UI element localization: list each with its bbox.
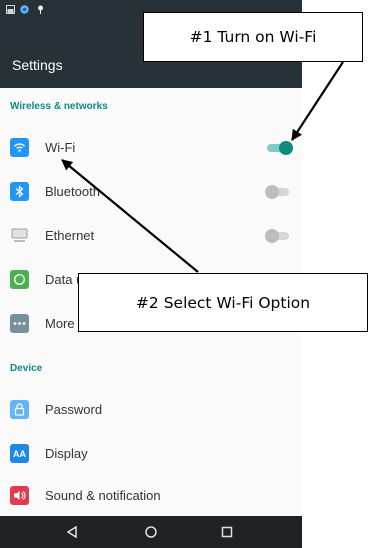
display-icon: AA — [10, 444, 29, 463]
ethernet-icon — [10, 226, 29, 245]
location-icon — [38, 5, 43, 14]
display-label: Display — [45, 446, 88, 461]
more-icon — [10, 314, 29, 333]
bluetooth-toggle[interactable] — [265, 185, 295, 199]
callout-select-wifi: #2 Select Wi-Fi Option — [78, 273, 368, 332]
data-usage-icon — [10, 270, 29, 289]
settings-row-display[interactable]: AA Display — [0, 432, 302, 476]
wifi-toggle[interactable] — [265, 141, 295, 155]
page-title: Settings — [12, 57, 63, 73]
bluetooth-toggle-thumb — [265, 185, 279, 199]
ethernet-toggle[interactable] — [265, 229, 295, 243]
wifi-toggle-thumb — [279, 141, 293, 155]
settings-row-ethernet[interactable]: Ethernet — [0, 214, 302, 258]
back-icon[interactable] — [62, 522, 82, 542]
settings-row-password[interactable]: Password — [0, 388, 302, 432]
wifi-icon — [10, 138, 29, 157]
lock-icon — [10, 400, 29, 419]
password-label: Password — [45, 402, 103, 417]
home-icon[interactable] — [141, 522, 161, 542]
callout-turn-on-wifi: #1 Turn on Wi-Fi — [143, 12, 363, 62]
recent-apps-icon[interactable] — [217, 522, 237, 542]
bluetooth-icon — [10, 182, 29, 201]
sound-icon — [10, 486, 29, 505]
ethernet-label: Ethernet — [45, 228, 95, 243]
navigation-bar — [0, 516, 302, 548]
sound-label: Sound & notification — [45, 488, 161, 503]
notification-icon — [6, 5, 15, 14]
ethernet-toggle-thumb — [265, 229, 279, 243]
settings-row-sound[interactable]: Sound & notification — [0, 474, 302, 518]
wifi-label: Wi-Fi — [45, 140, 76, 155]
bluetooth-label: Bluetooth — [45, 184, 100, 199]
app-notification-icon — [20, 5, 29, 14]
settings-row-wifi[interactable]: Wi-Fi — [0, 126, 302, 170]
more-label: More — [45, 316, 75, 331]
settings-row-bluetooth[interactable]: Bluetooth — [0, 170, 302, 214]
device-section: Device Password AA Display Sound & notif… — [0, 354, 302, 518]
section-header-device: Device — [10, 363, 43, 374]
section-header-wireless: Wireless & networks — [10, 101, 108, 112]
